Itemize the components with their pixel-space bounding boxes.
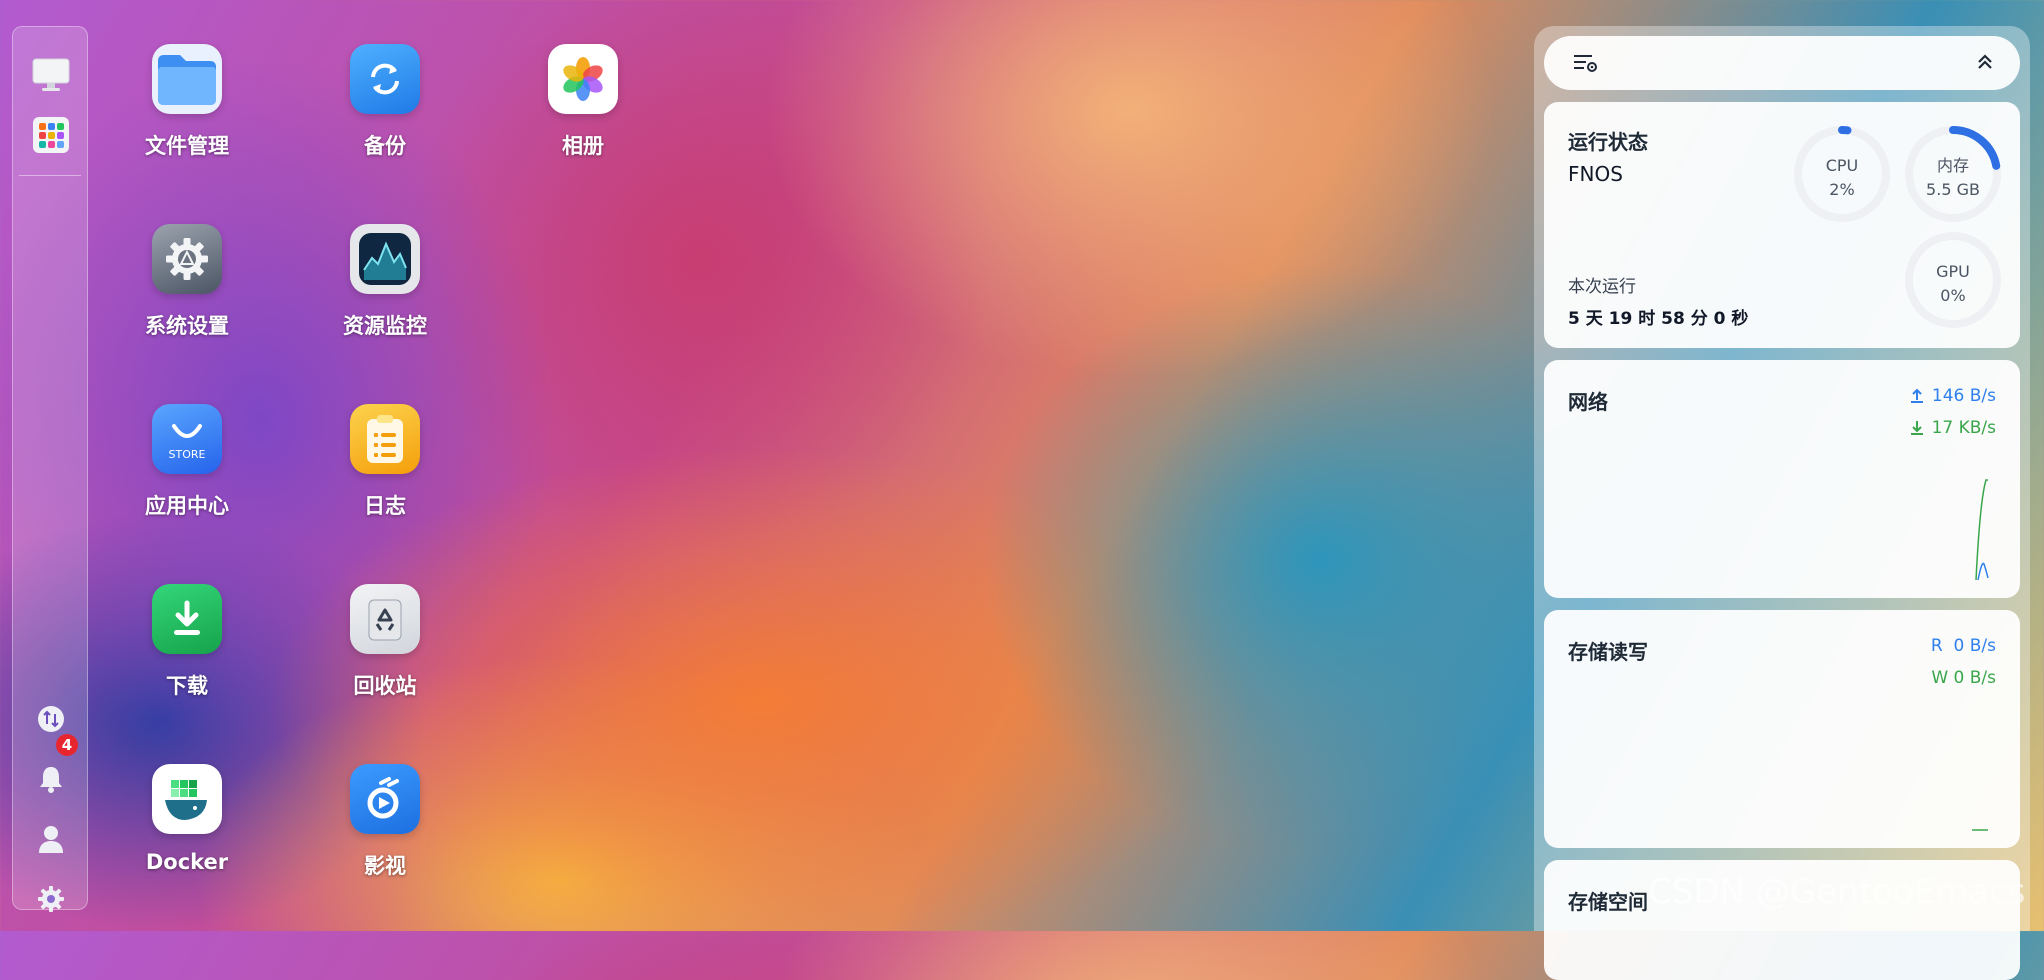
app-photos[interactable]: 相册	[503, 44, 663, 194]
app-label: 相册	[562, 134, 604, 158]
network-sparkline	[1975, 479, 1989, 581]
notification-badge: 4	[56, 734, 78, 756]
settings-gear-icon[interactable]	[31, 879, 71, 919]
memory-value: 5.5 GB	[1926, 180, 1980, 199]
log-clipboard-icon	[350, 404, 420, 474]
resource-monitor-icon	[350, 224, 420, 294]
app-recycle-bin[interactable]: 回收站	[305, 584, 465, 734]
download-speed-value: 17 KB/s	[1931, 418, 1996, 438]
app-label: 回收站	[353, 674, 417, 698]
app-video[interactable]: 影视	[305, 764, 465, 914]
storage-io-title: 存储读写	[1568, 640, 1648, 664]
app-label: 应用中心	[145, 494, 229, 518]
app-logs[interactable]: 日志	[305, 404, 465, 554]
backup-sync-icon	[350, 44, 420, 114]
storage-io-card[interactable]: 存储读写 R 0 B/s W 0 B/s	[1544, 610, 2020, 848]
upload-speed: 146 B/s	[1910, 386, 1996, 406]
cpu-label: CPU	[1826, 156, 1859, 175]
gpu-value: 0%	[1940, 286, 1965, 305]
app-label: 影视	[364, 854, 406, 878]
app-file-manager[interactable]: 文件管理	[107, 44, 267, 194]
gpu-gauge: GPU 0%	[1905, 232, 2001, 328]
bell-icon[interactable]	[31, 759, 71, 799]
app-backup[interactable]: 备份	[305, 44, 465, 194]
user-icon[interactable]	[31, 819, 71, 859]
chevron-double-up-icon[interactable]	[1976, 52, 1994, 76]
svg-text:STORE: STORE	[169, 448, 206, 461]
upload-trace	[1977, 562, 1989, 581]
app-system-settings[interactable]: 系统设置	[107, 224, 267, 374]
cpu-value: 2%	[1829, 180, 1854, 199]
cpu-gauge: CPU 2%	[1794, 126, 1890, 222]
network-card[interactable]: 网络 146 B/s 17 KB/s	[1544, 360, 2020, 598]
hostname: FNOS	[1568, 162, 1623, 186]
desktop-icon[interactable]	[31, 55, 71, 95]
folder-icon	[152, 44, 222, 114]
widget-toolbar	[1544, 36, 2020, 90]
download-speed: 17 KB/s	[1910, 418, 1996, 438]
gear-icon	[152, 224, 222, 294]
memory-label: 内存	[1937, 156, 1969, 175]
app-app-center[interactable]: STORE 应用中心	[107, 404, 267, 554]
read-speed: R 0 B/s	[1930, 636, 1996, 656]
app-docker[interactable]: Docker	[107, 764, 267, 914]
storage-space-title: 存储空间	[1568, 890, 1648, 914]
app-launcher-icon[interactable]	[31, 115, 71, 155]
storage-io-sparkline	[1972, 829, 1988, 831]
video-play-icon	[350, 764, 420, 834]
uptime-label: 本次运行	[1568, 277, 1636, 297]
watermark: CSDN @GentooEmacs	[1648, 872, 2026, 912]
app-label: 资源监控	[343, 314, 427, 338]
sidebar-dock	[12, 26, 88, 912]
app-label: 日志	[364, 494, 406, 518]
status-title: 运行状态	[1568, 130, 1648, 154]
recycle-bin-icon	[350, 584, 420, 654]
app-download[interactable]: 下载	[107, 584, 267, 734]
gpu-label: GPU	[1936, 262, 1970, 281]
memory-gauge: 内存 5.5 GB	[1905, 126, 2001, 222]
system-status-card[interactable]: 运行状态 FNOS 本次运行 5 天 19 时 58 分 0 秒 CPU 2% …	[1544, 102, 2020, 348]
store-bag-icon: STORE	[152, 404, 222, 474]
app-label: 下载	[166, 674, 208, 698]
app-label: Docker	[145, 850, 229, 874]
download-icon	[152, 584, 222, 654]
upload-speed-value: 146 B/s	[1931, 386, 1996, 406]
docker-whale-icon	[152, 764, 222, 834]
widget-settings-icon[interactable]	[1574, 52, 1598, 78]
photos-flower-icon	[548, 44, 618, 114]
app-resource-monitor[interactable]: 资源监控	[305, 224, 465, 374]
widget-panel: 运行状态 FNOS 本次运行 5 天 19 时 58 分 0 秒 CPU 2% …	[1534, 26, 2030, 980]
app-label: 文件管理	[145, 134, 229, 158]
transfer-icon[interactable]	[31, 699, 71, 739]
dock-divider	[19, 175, 81, 176]
app-label: 备份	[364, 134, 406, 158]
download-arrow-icon	[1910, 421, 1923, 435]
upload-arrow-icon	[1910, 388, 1923, 403]
uptime-value: 5 天 19 时 58 分 0 秒	[1568, 309, 1749, 329]
network-title: 网络	[1568, 390, 1608, 414]
write-speed: W 0 B/s	[1931, 668, 1996, 688]
app-label: 系统设置	[145, 314, 229, 338]
